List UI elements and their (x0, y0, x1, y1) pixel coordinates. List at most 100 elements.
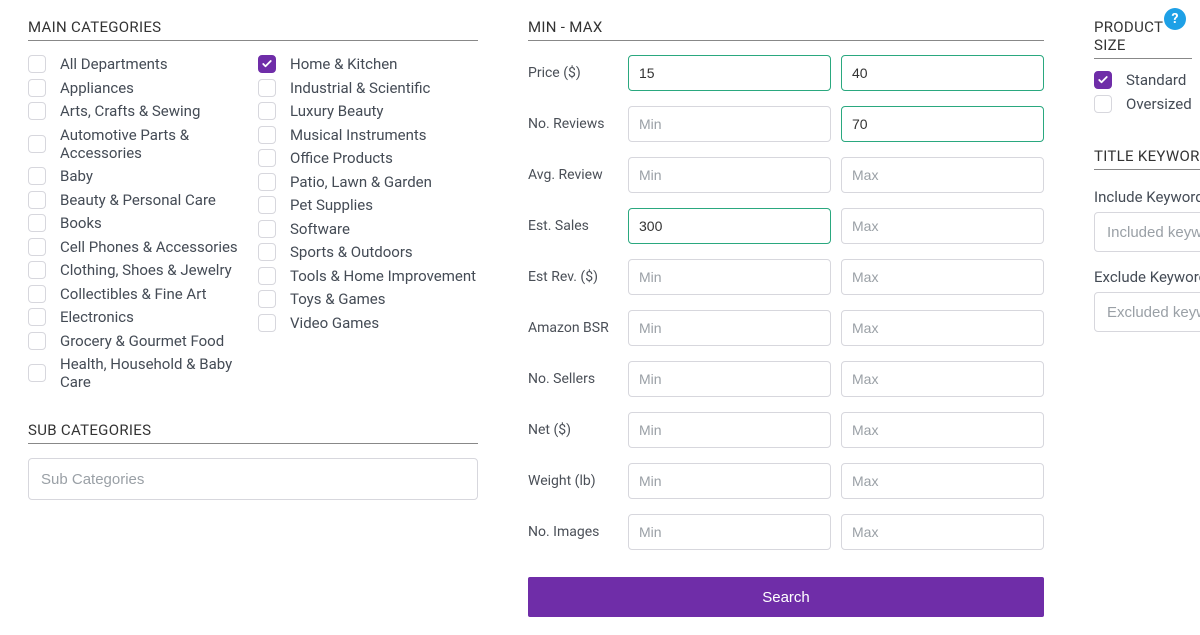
range-row-net: Net ($) (528, 412, 1044, 448)
category-collectibles-fine-art[interactable]: Collectibles & Fine Art (28, 285, 248, 303)
category-books-checkbox[interactable] (28, 214, 46, 232)
category-industrial-scientific-label: Industrial & Scientific (290, 79, 430, 97)
sub-categories-input[interactable] (28, 458, 478, 500)
range-label-net: Net ($) (528, 422, 618, 438)
product-size-oversized-checkbox[interactable] (1094, 95, 1112, 113)
category-baby-checkbox[interactable] (28, 167, 46, 185)
product-size-standard[interactable]: Standard (1094, 71, 1192, 89)
category-tools-home-improvement[interactable]: Tools & Home Improvement (258, 267, 478, 285)
category-office-products-checkbox[interactable] (258, 149, 276, 167)
sub-categories-title: SUB CATEGORIES (28, 421, 478, 444)
category-office-products-label: Office Products (290, 149, 393, 167)
range-max-net[interactable] (841, 412, 1044, 448)
range-min-est-rev[interactable] (628, 259, 831, 295)
product-size-standard-label: Standard (1126, 71, 1186, 89)
category-health-household-baby-care[interactable]: Health, Household & Baby Care (28, 355, 248, 391)
category-toys-games[interactable]: Toys & Games (258, 290, 478, 308)
category-patio-lawn-garden-label: Patio, Lawn & Garden (290, 173, 432, 191)
category-appliances[interactable]: Appliances (28, 79, 248, 97)
category-beauty-personal-care-label: Beauty & Personal Care (60, 191, 216, 209)
range-max-amazon-bsr[interactable] (841, 310, 1044, 346)
category-arts-crafts-sewing-checkbox[interactable] (28, 102, 46, 120)
include-keywords-label: Include Keywords (1094, 188, 1200, 206)
category-software-label: Software (290, 220, 350, 238)
category-luxury-beauty-checkbox[interactable] (258, 102, 276, 120)
category-office-products[interactable]: Office Products (258, 149, 478, 167)
category-toys-games-checkbox[interactable] (258, 290, 276, 308)
category-all-departments[interactable]: All Departments (28, 55, 248, 73)
category-video-games-checkbox[interactable] (258, 314, 276, 332)
range-min-price[interactable] (628, 55, 831, 91)
range-min-no-reviews[interactable] (628, 106, 831, 142)
category-video-games[interactable]: Video Games (258, 314, 478, 332)
category-home-kitchen-checkbox[interactable] (258, 55, 276, 73)
category-cell-phones-accessories-checkbox[interactable] (28, 238, 46, 256)
range-min-est-sales[interactable] (628, 208, 831, 244)
category-all-departments-checkbox[interactable] (28, 55, 46, 73)
category-pet-supplies-checkbox[interactable] (258, 196, 276, 214)
range-max-no-images[interactable] (841, 514, 1044, 550)
exclude-keywords-label: Exclude Keywords (1094, 268, 1200, 286)
category-grocery-gourmet-food[interactable]: Grocery & Gourmet Food (28, 332, 248, 350)
category-baby[interactable]: Baby (28, 167, 248, 185)
category-electronics[interactable]: Electronics (28, 308, 248, 326)
range-label-avg-review: Avg. Review (528, 167, 618, 183)
range-row-no-sellers: No. Sellers (528, 361, 1044, 397)
range-min-amazon-bsr[interactable] (628, 310, 831, 346)
range-label-no-images: No. Images (528, 524, 618, 540)
main-categories-title: MAIN CATEGORIES (28, 18, 478, 41)
category-toys-games-label: Toys & Games (290, 290, 386, 308)
category-pet-supplies[interactable]: Pet Supplies (258, 196, 478, 214)
category-pet-supplies-label: Pet Supplies (290, 196, 373, 214)
range-max-est-rev[interactable] (841, 259, 1044, 295)
category-arts-crafts-sewing[interactable]: Arts, Crafts & Sewing (28, 102, 248, 120)
category-clothing-shoes-jewelry-checkbox[interactable] (28, 261, 46, 279)
range-max-est-sales[interactable] (841, 208, 1044, 244)
category-home-kitchen[interactable]: Home & Kitchen (258, 55, 478, 73)
range-max-no-reviews[interactable] (841, 106, 1044, 142)
category-health-household-baby-care-checkbox[interactable] (28, 364, 46, 382)
help-icon[interactable]: ? (1164, 8, 1186, 30)
category-sports-outdoors-label: Sports & Outdoors (290, 243, 413, 261)
category-patio-lawn-garden-checkbox[interactable] (258, 173, 276, 191)
range-min-net[interactable] (628, 412, 831, 448)
exclude-keywords-input[interactable] (1094, 292, 1200, 332)
category-electronics-checkbox[interactable] (28, 308, 46, 326)
category-musical-instruments-checkbox[interactable] (258, 126, 276, 144)
range-max-avg-review[interactable] (841, 157, 1044, 193)
category-grocery-gourmet-food-checkbox[interactable] (28, 332, 46, 350)
category-appliances-checkbox[interactable] (28, 79, 46, 97)
category-tools-home-improvement-checkbox[interactable] (258, 267, 276, 285)
search-button[interactable]: Search (528, 577, 1044, 617)
category-appliances-label: Appliances (60, 79, 134, 97)
category-beauty-personal-care[interactable]: Beauty & Personal Care (28, 191, 248, 209)
category-cell-phones-accessories[interactable]: Cell Phones & Accessories (28, 238, 248, 256)
category-sports-outdoors[interactable]: Sports & Outdoors (258, 243, 478, 261)
category-industrial-scientific[interactable]: Industrial & Scientific (258, 79, 478, 97)
category-software[interactable]: Software (258, 220, 478, 238)
product-size-standard-checkbox[interactable] (1094, 71, 1112, 89)
category-software-checkbox[interactable] (258, 220, 276, 238)
category-industrial-scientific-checkbox[interactable] (258, 79, 276, 97)
category-automotive-parts-accessories-checkbox[interactable] (28, 135, 46, 153)
category-musical-instruments[interactable]: Musical Instruments (258, 126, 478, 144)
range-max-no-sellers[interactable] (841, 361, 1044, 397)
range-max-weight-lb[interactable] (841, 463, 1044, 499)
range-min-no-images[interactable] (628, 514, 831, 550)
category-clothing-shoes-jewelry[interactable]: Clothing, Shoes & Jewelry (28, 261, 248, 279)
range-min-weight-lb[interactable] (628, 463, 831, 499)
category-collectibles-fine-art-checkbox[interactable] (28, 285, 46, 303)
category-automotive-parts-accessories[interactable]: Automotive Parts & Accessories (28, 126, 248, 162)
product-size-oversized[interactable]: Oversized (1094, 95, 1192, 113)
category-luxury-beauty[interactable]: Luxury Beauty (258, 102, 478, 120)
category-all-departments-label: All Departments (60, 55, 168, 73)
category-beauty-personal-care-checkbox[interactable] (28, 191, 46, 209)
range-max-price[interactable] (841, 55, 1044, 91)
range-min-avg-review[interactable] (628, 157, 831, 193)
include-keywords-input[interactable] (1094, 212, 1200, 252)
category-books[interactable]: Books (28, 214, 248, 232)
range-min-no-sellers[interactable] (628, 361, 831, 397)
category-sports-outdoors-checkbox[interactable] (258, 243, 276, 261)
category-patio-lawn-garden[interactable]: Patio, Lawn & Garden (258, 173, 478, 191)
range-row-price: Price ($) (528, 55, 1044, 91)
